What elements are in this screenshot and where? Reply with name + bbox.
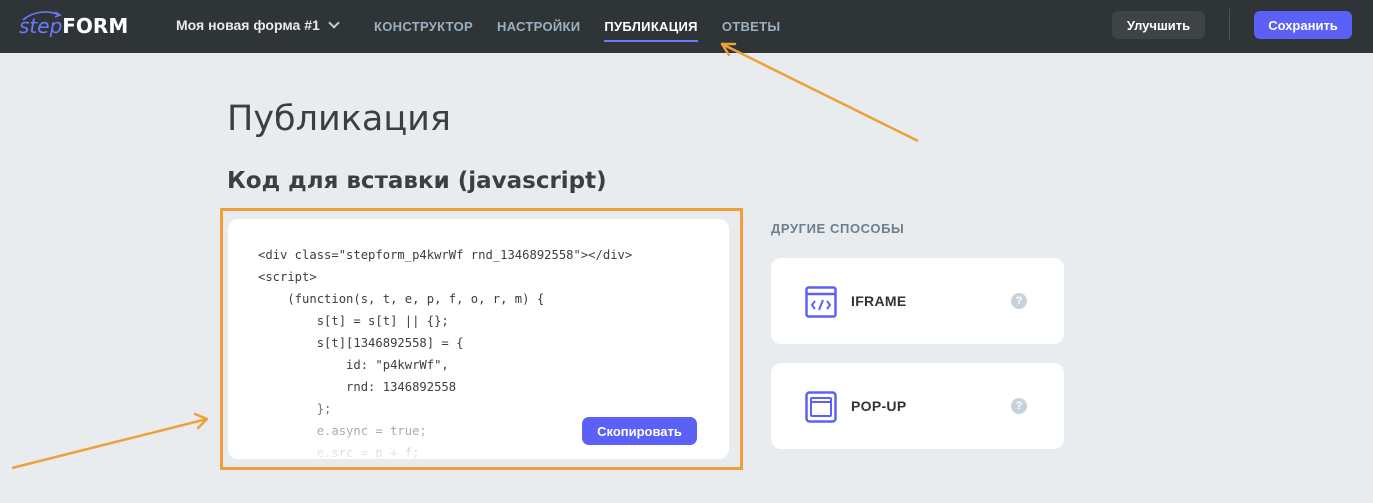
iframe-option-card[interactable]: IFRAME ?: [771, 258, 1064, 344]
annotation-arrow-to-code: [11, 412, 209, 470]
toolbar-divider: [1229, 9, 1230, 41]
main-nav: КОНСТРУКТОР НАСТРОЙКИ ПУБЛИКАЦИЯ ОТВЕТЫ: [374, 0, 804, 53]
copy-button[interactable]: Скопировать: [582, 417, 697, 445]
help-icon[interactable]: ?: [1011, 398, 1027, 414]
code-line: s[t] = s[t] || {};: [258, 314, 449, 328]
embed-code[interactable]: <div class="stepform_p4kwrWf rnd_1346892…: [258, 244, 632, 459]
code-line: <div class="stepform_p4kwrWf rnd_1346892…: [258, 248, 633, 262]
stepform-logo[interactable]: step FORM: [19, 11, 128, 41]
iframe-option-label: IFRAME: [851, 293, 907, 309]
embed-code-card[interactable]: <div class="stepform_p4kwrWf rnd_1346892…: [228, 219, 729, 459]
save-button[interactable]: Сохранить: [1254, 11, 1352, 39]
top-bar: step FORM Моя новая форма #1 КОНСТРУКТОР …: [0, 0, 1373, 53]
popup-window-icon: [805, 391, 837, 423]
code-line: };: [258, 402, 332, 416]
code-line: <script>: [258, 270, 317, 284]
logo-form-text: FORM: [62, 14, 129, 38]
other-methods-title: ДРУГИЕ СПОСОБЫ: [771, 221, 905, 236]
tab-settings[interactable]: НАСТРОЙКИ: [497, 0, 580, 53]
popup-option-card[interactable]: POP-UP ?: [771, 363, 1064, 449]
tab-constructor[interactable]: КОНСТРУКТОР: [374, 0, 473, 53]
form-name-label: Моя новая форма #1: [176, 17, 320, 33]
code-line: rnd: 1346892558: [258, 380, 457, 394]
code-line: s[t][1346892558] = {: [258, 336, 464, 350]
chevron-down-icon: [328, 16, 340, 29]
code-line: id: "p4kwrWf",: [258, 358, 449, 372]
page-title: Публикация: [227, 99, 451, 139]
annotation-arrow-to-tab: [720, 42, 919, 143]
improve-button[interactable]: Улучшить: [1112, 11, 1205, 39]
help-icon[interactable]: ?: [1011, 293, 1027, 309]
code-window-icon: [805, 286, 837, 318]
logo-swoosh-icon: [22, 11, 62, 21]
popup-option-label: POP-UP: [851, 398, 907, 414]
tab-responses[interactable]: ОТВЕТЫ: [722, 0, 781, 53]
section-title: Код для вставки (javascript): [227, 168, 607, 194]
code-line: e.async = true;: [258, 424, 427, 438]
form-name-dropdown[interactable]: Моя новая форма #1: [176, 16, 340, 33]
code-line: e.src = p + f;: [258, 446, 420, 459]
code-line: (function(s, t, e, p, f, o, r, m) {: [258, 292, 545, 306]
tab-publication[interactable]: ПУБЛИКАЦИЯ: [604, 0, 699, 53]
